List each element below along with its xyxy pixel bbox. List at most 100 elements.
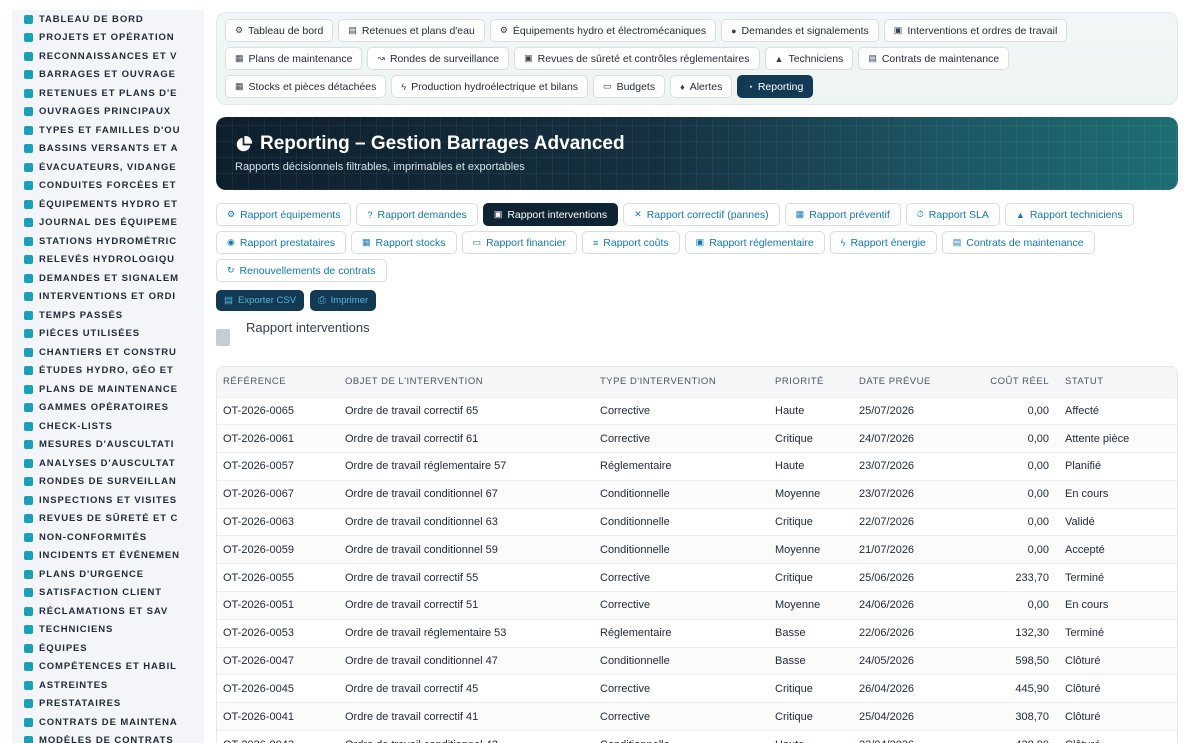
sidebar-item[interactable]: RÉCLAMATIONS ET SAV (12, 602, 204, 621)
sidebar-item[interactable]: DEMANDES ET SIGNALEM (12, 269, 204, 288)
table-row[interactable]: OT-2026-0059 Ordre de travail conditionne… (217, 535, 1177, 564)
sidebar-item[interactable]: CONDUITES FORCÉES ET (12, 177, 204, 196)
sidebar-item[interactable]: ÉQUIPEMENTS HYDRO ET (12, 195, 204, 214)
sidebar-item[interactable]: RECONNAISSANCES ET V (12, 47, 204, 66)
nav-tab[interactable]: ▲ Techniciens (764, 47, 854, 70)
sidebar-item[interactable]: TECHNICIENS (12, 621, 204, 640)
print-button[interactable]: ⎙ Imprimer (310, 290, 377, 311)
sidebar-item[interactable]: INSPECTIONS ET VISITES (12, 491, 204, 510)
sidebar-item[interactable]: ÉTUDES HYDRO, GÉO ET (12, 362, 204, 381)
table-row[interactable]: OT-2026-0067 Ordre de travail conditionne… (217, 479, 1177, 509)
pipe-icon (24, 181, 33, 191)
sidebar-item[interactable]: TABLEAU DE BORD (12, 10, 204, 29)
table-row[interactable]: OT-2026-0057 Ordre de travail réglementai… (217, 452, 1177, 481)
nav-tab[interactable]: ♦ Alertes (670, 75, 733, 98)
column-header[interactable]: COÛT RÉEL (968, 367, 1059, 397)
sidebar-item[interactable]: RETENUES ET PLANS D'E (12, 84, 204, 103)
sidebar-item[interactable]: PRESTATAIRES (12, 695, 204, 714)
sidebar-item[interactable]: ÉVACUATEURS, VIDANGE (12, 158, 204, 177)
sidebar-item[interactable]: JOURNAL DES ÉQUIPEME (12, 214, 204, 233)
sidebar-item[interactable]: CONTRATS DE MAINTENA (12, 713, 204, 732)
sidebar-item[interactable]: OUVRAGES PRINCIPAUX (12, 103, 204, 122)
sidebar-item[interactable]: TEMPS PASSÉS (12, 306, 204, 325)
report-tab[interactable]: ▭ Rapport financier (461, 231, 578, 254)
table-row[interactable]: OT-2026-0053 Ordre de travail réglementai… (217, 618, 1177, 648)
report-tab[interactable]: ▤ Contrats de maintenance (941, 231, 1095, 254)
report-tab[interactable]: ≡ Rapport coûts (582, 231, 680, 254)
export-csv-button[interactable]: ▤ Exporter CSV (216, 290, 305, 311)
column-header[interactable]: RÉFÉRENCE (217, 367, 339, 397)
sidebar-item[interactable]: BARRAGES ET OUVRAGE (12, 66, 204, 85)
nav-tab[interactable]: ϟ Production hydroélectrique et bilans (391, 75, 589, 98)
report-tab[interactable]: ϟ Rapport énergie (829, 231, 937, 254)
sidebar-item[interactable]: REVUES DE SÛRETÉ ET C (12, 510, 204, 529)
table-row[interactable]: OT-2026-0047 Ordre de travail conditionne… (217, 646, 1177, 675)
sidebar-item[interactable]: SATISFACTION CLIENT (12, 584, 204, 603)
column-header[interactable]: DATE PRÉVUE (853, 367, 968, 397)
table-row[interactable]: OT-2026-0045 Ordre de travail correctif 4… (217, 674, 1177, 703)
nav-tab[interactable]: ● Demandes et signalements (721, 19, 879, 42)
table-row[interactable]: OT-2026-0043Ordre de travail conditionne… (217, 730, 1177, 743)
sidebar-item[interactable]: INTERVENTIONS ET ORDI (12, 288, 204, 307)
column-header[interactable]: STATUT (1059, 367, 1177, 397)
nav-tab[interactable]: ▭ Budgets (593, 75, 666, 98)
report-tab[interactable]: ✕ Rapport correctif (pannes) (623, 203, 780, 226)
report-icon: ≡ (593, 237, 599, 248)
sidebar-item-label: ÉQUIPEMENTS HYDRO ET (39, 198, 178, 210)
map-pin-icon (24, 70, 33, 80)
report-tab[interactable]: ▦ Rapport stocks (351, 231, 457, 254)
nav-tab[interactable]: ◔ Reporting (737, 75, 814, 98)
sidebar-item[interactable]: TYPES ET FAMILLES D'OU (12, 121, 204, 140)
sidebar-item[interactable]: NON-CONFORMITÉS (12, 528, 204, 547)
sidebar-item[interactable]: STATIONS HYDROMÉTRIC (12, 232, 204, 251)
sidebar-item[interactable]: MODÈLES DE CONTRATS (12, 732, 204, 743)
table-row[interactable]: OT-2026-0065 Ordre de travail correctif 6… (217, 396, 1177, 425)
report-tab[interactable]: ▦ Rapport préventif (784, 203, 901, 226)
column-header[interactable]: TYPE D'INTERVENTION (594, 367, 769, 397)
sidebar-item[interactable]: PIÈCES UTILISÉES (12, 325, 204, 344)
nav-tab[interactable]: ⚙ Tableau de bord (225, 19, 334, 42)
sidebar-item[interactable]: RONDES DE SURVEILLAN (12, 473, 204, 492)
table-cell: 22/07/2026 (853, 507, 968, 536)
nav-tab[interactable]: ▤ Contrats de maintenance (858, 47, 1010, 70)
column-header[interactable]: OBJET DE L'INTERVENTION (339, 367, 594, 397)
sidebar-item[interactable]: PLANS DE MAINTENANCE (12, 380, 204, 399)
nav-tab[interactable]: ⚙ Équipements hydro et électromécaniques (489, 19, 717, 42)
sidebar-item[interactable]: COMPÉTENCES ET HABIL (12, 658, 204, 677)
sidebar-item[interactable]: RELEVÉS HYDROLOGIQU (12, 251, 204, 270)
table-row[interactable]: OT-2026-0051 Ordre de travail correctif 5… (217, 591, 1177, 620)
table-row[interactable]: OT-2026-0063 Ordre de travail conditionne… (217, 507, 1177, 536)
users-icon (24, 643, 33, 653)
sidebar-item[interactable]: BASSINS VERSANTS ET A (12, 140, 204, 159)
report-tab[interactable]: ◉ Rapport prestataires (216, 231, 346, 254)
nav-tab[interactable]: ▦ Plans de maintenance (225, 47, 363, 70)
nav-tab[interactable]: ▣ Interventions et ordres de travail (883, 19, 1068, 42)
report-tab[interactable]: ⏱ Rapport SLA (905, 203, 1000, 226)
water-icon (24, 88, 33, 98)
sidebar-item[interactable]: GAMMES OPÉRATOIRES (12, 399, 204, 418)
report-tab[interactable]: ↻ Renouvellements de contrats (216, 259, 387, 282)
sidebar-item[interactable]: ASTREINTES (12, 676, 204, 695)
table-row[interactable]: OT-2026-0061 Ordre de travail correctif 6… (217, 424, 1177, 453)
nav-tab[interactable]: ▦ Stocks et pièces détachées (225, 75, 387, 98)
table-row[interactable]: OT-2026-0041 Ordre de travail correctif 4… (217, 702, 1177, 731)
column-header[interactable]: PRIORITÉ (769, 367, 853, 397)
sidebar-item[interactable]: ÉQUIPES (12, 639, 204, 658)
nav-tab[interactable]: ▤ Retenues et plans d'eau (338, 19, 485, 42)
report-tab[interactable]: ⚙ Rapport équipements (216, 203, 352, 226)
nav-tab[interactable]: ▣ Revues de sûreté et contrôles réglement… (514, 47, 760, 70)
report-tab[interactable]: ▲ Rapport techniciens (1004, 203, 1134, 226)
table-row[interactable]: OT-2026-0055 Ordre de travail correctif 5… (217, 563, 1177, 592)
sidebar-item[interactable]: MESURES D'AUSCULTATI (12, 436, 204, 455)
report-tab[interactable]: ▣ Rapport interventions (482, 203, 619, 226)
report-tab[interactable]: ? Rapport demandes (356, 203, 478, 226)
report-tab[interactable]: ▣ Rapport réglementaire (684, 231, 825, 254)
nav-tab[interactable]: ↝ Rondes de surveillance (367, 47, 510, 70)
sidebar-item[interactable]: ANALYSES D'AUSCULTAT (12, 454, 204, 473)
sidebar-item[interactable]: CHECK-LISTS (12, 417, 204, 436)
sidebar-item[interactable]: PLANS D'URGENCE (12, 565, 204, 584)
nav-tab-label: Demandes et signalements (741, 24, 869, 37)
sidebar-item[interactable]: PROJETS ET OPÉRATION (12, 29, 204, 48)
sidebar-item[interactable]: CHANTIERS ET CONSTRU (12, 343, 204, 362)
sidebar-item[interactable]: INCIDENTS ET ÉVÉNEMEN (12, 547, 204, 566)
